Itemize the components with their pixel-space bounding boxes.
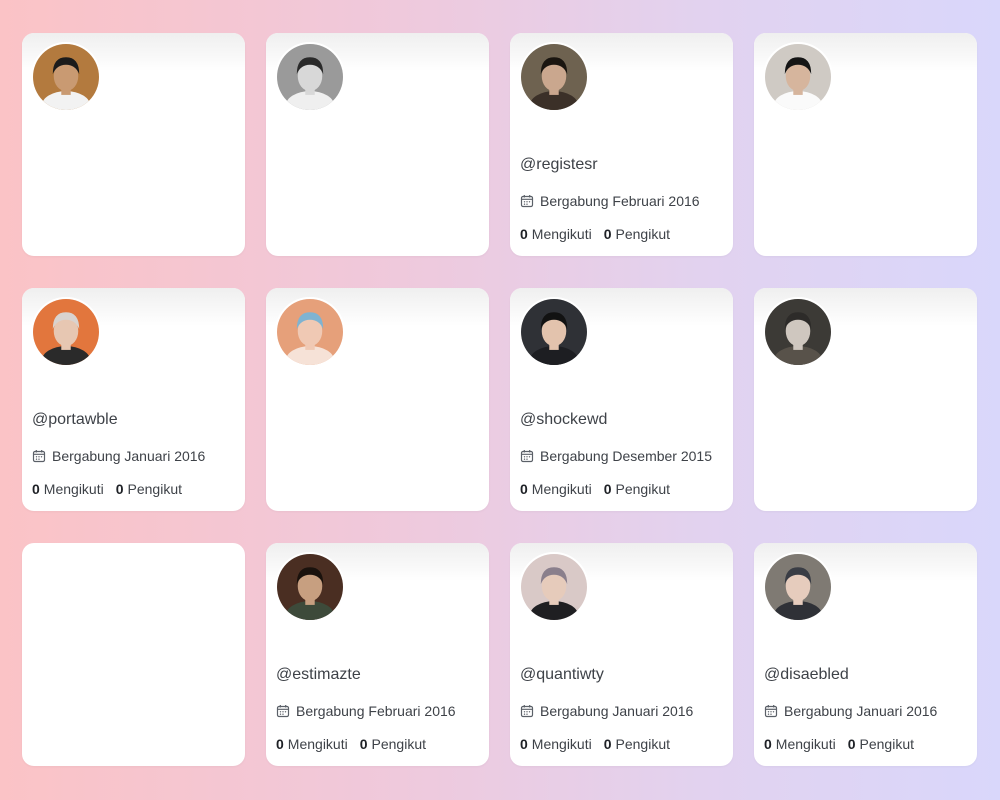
join-date-label: Bergabung Desember 2015 [540, 448, 713, 464]
followers-stat[interactable]: 0 Pengikut [604, 481, 670, 497]
following-label: Mengikuti [531, 736, 592, 752]
followers-count: 0 [847, 736, 856, 752]
followers-count: 0 [603, 226, 612, 242]
following-count: 0 [764, 736, 772, 752]
username-handle[interactable]: @estimazte [276, 666, 361, 684]
following-label: Mengikuti [43, 481, 104, 497]
following-label: Mengikuti [531, 481, 592, 497]
profile-card[interactable] [266, 288, 489, 511]
follow-stats: 0 Mengikuti 0 Pengikut [32, 481, 182, 497]
following-label: Mengikuti [287, 736, 348, 752]
following-stat[interactable]: 0 Mengikuti [520, 226, 592, 242]
join-date-label: Bergabung Januari 2016 [540, 703, 694, 719]
username-handle[interactable]: @portawble [32, 411, 118, 429]
profile-card[interactable] [22, 33, 245, 256]
profile-card[interactable]: @portawble Bergabung Januari 2016 0 Mengiku… [22, 288, 245, 511]
join-date: Bergabung Desember 2015 [520, 448, 712, 464]
calendar-icon [764, 704, 778, 718]
followers-label: Pengikut [127, 481, 182, 497]
followers-count: 0 [359, 736, 368, 752]
profile-card[interactable]: @shockewd Bergabung Desember 2015 0 Mengiku… [510, 288, 733, 511]
calendar-icon [520, 194, 534, 208]
avatar[interactable] [763, 297, 833, 367]
following-stat[interactable]: 0 Mengikuti [32, 481, 104, 497]
following-label: Mengikuti [531, 226, 592, 242]
followers-count: 0 [603, 736, 612, 752]
follow-stats: 0 Mengikuti 0 Pengikut [276, 736, 426, 752]
join-date: Bergabung Januari 2016 [32, 448, 205, 464]
avatar[interactable] [519, 297, 589, 367]
following-count: 0 [520, 481, 528, 497]
following-count: 0 [32, 481, 40, 497]
profile-card[interactable]: @estimazte Bergabung Februari 2016 0 Mengik… [266, 543, 489, 766]
following-stat[interactable]: 0 Mengikuti [520, 736, 592, 752]
username-handle[interactable]: @disaebled [764, 666, 849, 684]
profile-grid: @registesr Bergabung Februari 2016 0 Mengik… [22, 33, 977, 766]
followers-label: Pengikut [371, 736, 426, 752]
avatar[interactable] [763, 42, 833, 112]
join-date-label: Bergabung Januari 2016 [784, 703, 938, 719]
follow-stats: 0 Mengikuti 0 Pengikut [520, 481, 670, 497]
calendar-icon [32, 449, 46, 463]
calendar-icon [520, 449, 534, 463]
followers-stat[interactable]: 0 Pengikut [848, 736, 914, 752]
following-stat[interactable]: 0 Mengikuti [276, 736, 348, 752]
join-date: Bergabung Januari 2016 [520, 703, 693, 719]
avatar[interactable] [763, 552, 833, 622]
followers-label: Pengikut [615, 226, 670, 242]
following-count: 0 [276, 736, 284, 752]
join-date: Bergabung Januari 2016 [764, 703, 937, 719]
following-count: 0 [520, 736, 528, 752]
followers-count: 0 [115, 481, 124, 497]
join-date-label: Bergabung Januari 2016 [52, 448, 206, 464]
followers-label: Pengikut [615, 481, 670, 497]
following-stat[interactable]: 0 Mengikuti [520, 481, 592, 497]
followers-count: 0 [603, 481, 612, 497]
profile-card[interactable] [754, 33, 977, 256]
profile-card[interactable]: @disaebled Bergabung Januari 2016 0 Mengiku… [754, 543, 977, 766]
follow-stats: 0 Mengikuti 0 Pengikut [520, 226, 670, 242]
avatar[interactable] [31, 42, 101, 112]
profile-card[interactable] [266, 33, 489, 256]
followers-stat[interactable]: 0 Pengikut [360, 736, 426, 752]
calendar-icon [520, 704, 534, 718]
followers-label: Pengikut [615, 736, 670, 752]
following-label: Mengikuti [775, 736, 836, 752]
followers-label: Pengikut [859, 736, 914, 752]
calendar-icon [276, 704, 290, 718]
follow-stats: 0 Mengikuti 0 Pengikut [520, 736, 670, 752]
username-handle[interactable]: @quantiwty [520, 666, 604, 684]
avatar[interactable] [519, 552, 589, 622]
following-count: 0 [520, 226, 528, 242]
followers-stat[interactable]: 0 Pengikut [604, 736, 670, 752]
profile-card[interactable]: @registesr Bergabung Februari 2016 0 Mengik… [510, 33, 733, 256]
followers-stat[interactable]: 0 Pengikut [604, 226, 670, 242]
following-stat[interactable]: 0 Mengikuti [764, 736, 836, 752]
avatar[interactable] [275, 42, 345, 112]
followers-stat[interactable]: 0 Pengikut [116, 481, 182, 497]
avatar[interactable] [275, 552, 345, 622]
join-date: Bergabung Februari 2016 [520, 193, 700, 209]
join-date-label: Bergabung Februari 2016 [296, 703, 456, 719]
avatar[interactable] [275, 297, 345, 367]
profile-card[interactable]: @quantiwty Bergabung Januari 2016 0 Mengiku… [510, 543, 733, 766]
avatar[interactable] [519, 42, 589, 112]
username-handle[interactable]: @registesr [520, 156, 598, 174]
profile-card[interactable] [754, 288, 977, 511]
profile-card[interactable] [22, 543, 245, 766]
username-handle[interactable]: @shockewd [520, 411, 607, 429]
join-date: Bergabung Februari 2016 [276, 703, 456, 719]
follow-stats: 0 Mengikuti 0 Pengikut [764, 736, 914, 752]
avatar[interactable] [31, 297, 101, 367]
join-date-label: Bergabung Februari 2016 [540, 193, 700, 209]
